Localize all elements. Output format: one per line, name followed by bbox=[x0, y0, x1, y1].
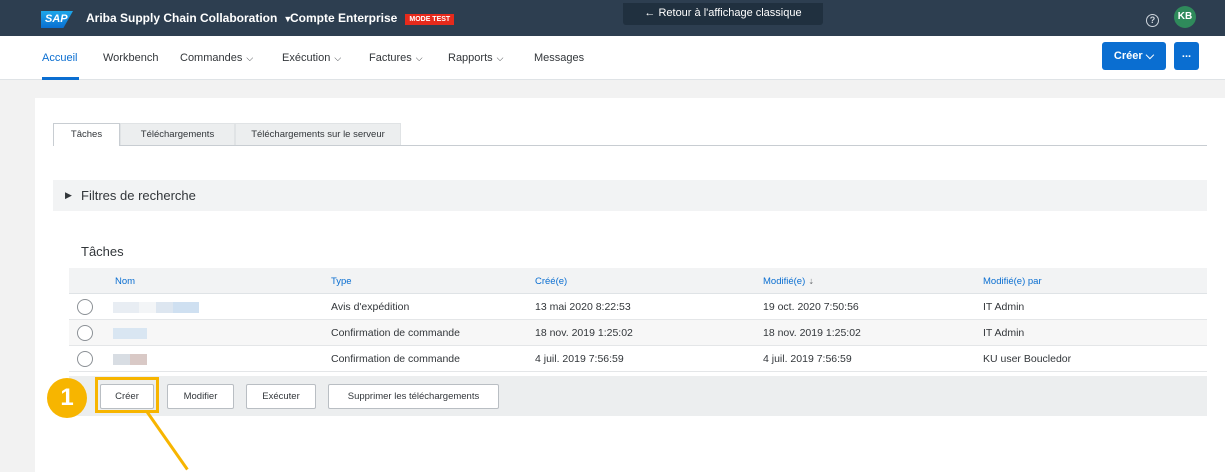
table-header: Nom Type Créé(e) Modifié(e) ⇣ Modifié(e) … bbox=[69, 268, 1207, 294]
cell-created: 4 juil. 2019 7:56:59 bbox=[535, 353, 624, 365]
more-actions-button[interactable]: ... bbox=[1174, 42, 1199, 70]
chevron-down-icon: ⌵ bbox=[496, 53, 504, 63]
step-highlight-frame bbox=[95, 377, 159, 413]
search-filters-toggle[interactable]: ▶ Filtres de recherche bbox=[53, 180, 1207, 211]
chevron-down-icon: ⌵ bbox=[334, 53, 342, 63]
delete-downloads-button[interactable]: Supprimer les téléchargements bbox=[328, 384, 499, 409]
active-nav-indicator bbox=[42, 77, 79, 80]
account-label: Compte Enterprise bbox=[290, 11, 398, 25]
tab-telechargements[interactable]: Téléchargements bbox=[120, 123, 235, 146]
tab-taches[interactable]: Tâches bbox=[53, 123, 120, 146]
app-title: Ariba Supply Chain Collaboration bbox=[86, 11, 278, 25]
execute-button[interactable]: Exécuter bbox=[246, 384, 316, 409]
chevron-down-icon: ⌵ bbox=[415, 53, 423, 63]
table-row[interactable]: Confirmation de commande 4 juil. 2019 7:… bbox=[69, 346, 1207, 372]
redacted-name bbox=[113, 328, 147, 339]
cell-type: Confirmation de commande bbox=[331, 327, 460, 339]
tasks-table: Nom Type Créé(e) Modifié(e) ⇣ Modifié(e) … bbox=[69, 268, 1207, 372]
cell-type: Confirmation de commande bbox=[331, 353, 460, 365]
cell-modified-by: KU user Boucledor bbox=[983, 353, 1072, 365]
nav-item-messages[interactable]: Messages bbox=[534, 52, 584, 64]
row-radio[interactable] bbox=[77, 351, 93, 367]
nav-item-factures[interactable]: Factures ⌵ bbox=[369, 52, 423, 64]
caret-right-icon: ▶ bbox=[65, 190, 72, 200]
column-header-cree[interactable]: Créé(e) bbox=[535, 276, 567, 287]
row-radio[interactable] bbox=[77, 325, 93, 341]
help-icon[interactable]: ? bbox=[1146, 14, 1159, 27]
modify-button[interactable]: Modifier bbox=[167, 384, 234, 409]
column-header-modifie[interactable]: Modifié(e) ⇣ bbox=[763, 276, 814, 287]
shell-bar: SAP Ariba Supply Chain Collaboration ▼ Co… bbox=[0, 0, 1225, 36]
create-menu-button[interactable]: Créer ⌵ bbox=[1102, 42, 1166, 70]
cell-modified-by: IT Admin bbox=[983, 327, 1025, 339]
cell-created: 13 mai 2020 8:22:53 bbox=[535, 301, 631, 313]
cell-modified: 18 nov. 2019 1:25:02 bbox=[763, 327, 861, 339]
filters-label: Filtres de recherche bbox=[81, 188, 196, 203]
column-header-modifie-par[interactable]: Modifié(e) par bbox=[983, 276, 1042, 287]
tabs-divider bbox=[120, 145, 1207, 146]
tab-telechargements-serveur[interactable]: Téléchargements sur le serveur bbox=[235, 123, 401, 146]
column-header-type[interactable]: Type bbox=[331, 276, 352, 287]
redacted-name bbox=[113, 302, 199, 313]
nav-item-execution[interactable]: Exécution ⌵ bbox=[282, 52, 341, 64]
nav-item-commandes[interactable]: Commandes ⌵ bbox=[180, 52, 253, 64]
tasks-section-title: Tâches bbox=[81, 244, 124, 259]
table-row[interactable]: Confirmation de commande 18 nov. 2019 1:… bbox=[69, 320, 1207, 346]
app-switcher[interactable]: Ariba Supply Chain Collaboration ▼ bbox=[86, 11, 292, 25]
cell-modified: 4 juil. 2019 7:56:59 bbox=[763, 353, 852, 365]
avatar[interactable]: KB bbox=[1174, 6, 1196, 28]
mode-test-badge: MODE TEST bbox=[405, 14, 455, 25]
chevron-down-icon: ⌵ bbox=[246, 53, 254, 63]
cell-modified-by: IT Admin bbox=[983, 301, 1025, 313]
cell-modified: 19 oct. 2020 7:50:56 bbox=[763, 301, 859, 313]
nav-item-accueil[interactable]: Accueil bbox=[42, 52, 77, 64]
row-radio[interactable] bbox=[77, 299, 93, 315]
step-number-badge: 1 bbox=[47, 378, 87, 418]
table-row[interactable]: Avis d'expédition 13 mai 2020 8:22:53 19… bbox=[69, 294, 1207, 320]
main-nav: Accueil Workbench Commandes ⌵ Exécution ⌵ … bbox=[0, 36, 1225, 80]
nav-item-rapports[interactable]: Rapports ⌵ bbox=[448, 52, 503, 64]
cell-type: Avis d'expédition bbox=[331, 301, 410, 313]
cell-created: 18 nov. 2019 1:25:02 bbox=[535, 327, 633, 339]
sort-descending-icon: ⇣ bbox=[808, 279, 815, 286]
account-name[interactable]: Compte Enterprise MODE TEST bbox=[290, 11, 455, 25]
nav-item-workbench[interactable]: Workbench bbox=[103, 52, 158, 64]
sap-logo[interactable]: SAP bbox=[41, 11, 73, 28]
table-action-bar: Créer Modifier Exécuter Supprimer les té… bbox=[69, 376, 1207, 416]
classic-view-link[interactable]: ← Retour à l'affichage classique bbox=[623, 3, 823, 25]
main-content: Tâches Téléchargements Téléchargements s… bbox=[35, 98, 1225, 472]
column-header-nom[interactable]: Nom bbox=[115, 276, 135, 287]
redacted-name bbox=[113, 354, 147, 365]
